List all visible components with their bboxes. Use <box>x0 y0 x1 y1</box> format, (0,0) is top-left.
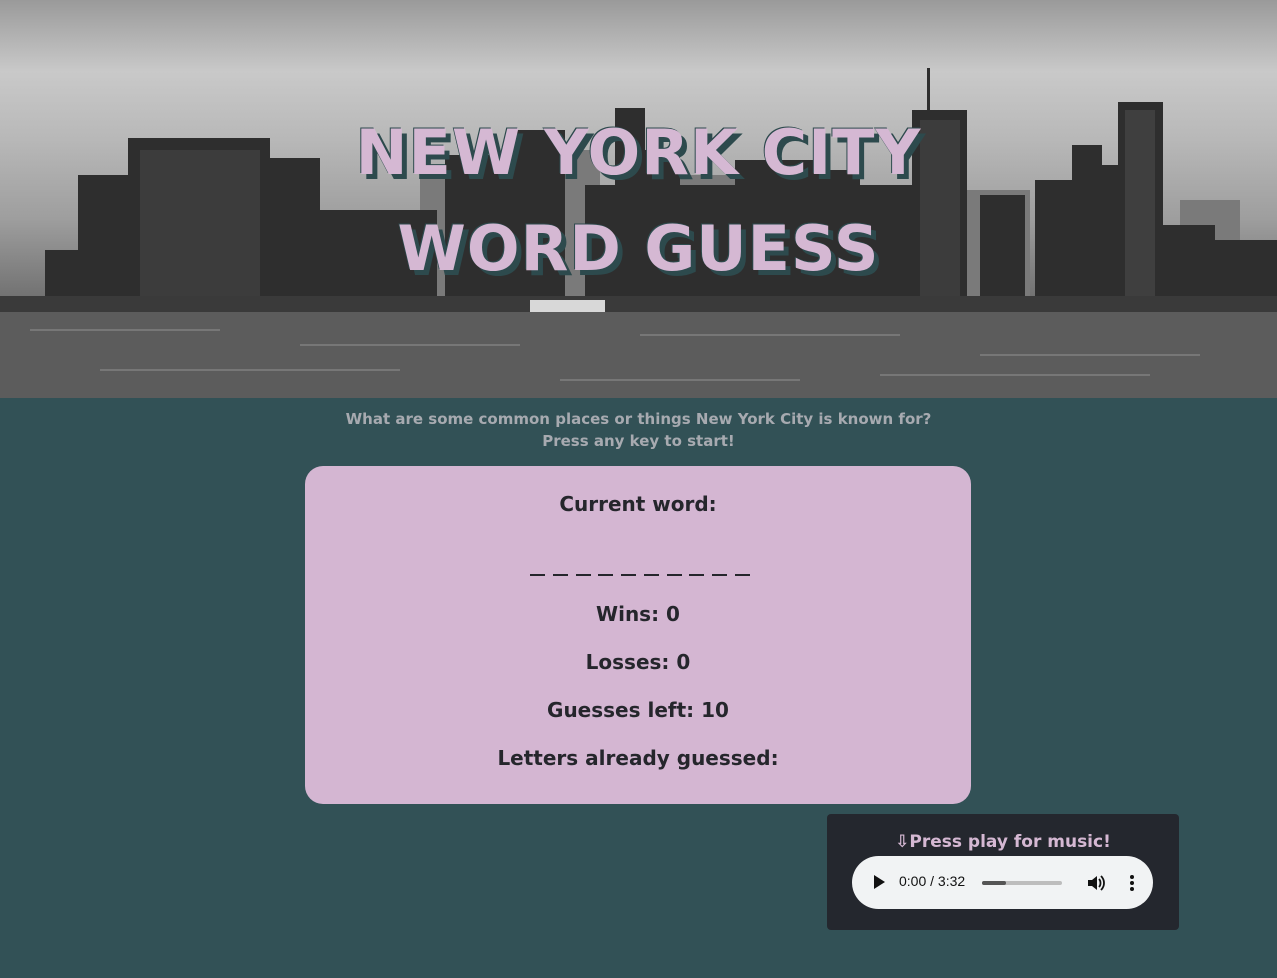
audio-progress-bar[interactable] <box>982 881 1062 885</box>
letter-blank <box>643 574 659 576</box>
audio-time: 0:00 / 3:32 <box>899 873 966 889</box>
wins-counter: Wins: 0 <box>596 602 680 626</box>
audio-progress-fill <box>982 881 1006 885</box>
more-options-icon[interactable] <box>1122 873 1142 893</box>
intro-question: What are some common places or things Ne… <box>345 410 932 428</box>
intro-instruction: Press any key to start! <box>542 432 735 450</box>
city-skyline-image <box>0 68 1277 398</box>
audio-player[interactable]: 0:00 / 3:32 <box>852 856 1153 909</box>
current-word-blanks <box>530 573 750 577</box>
volume-icon[interactable] <box>1085 873 1105 893</box>
letter-blank <box>734 574 750 576</box>
letter-blank <box>689 574 705 576</box>
letter-blank <box>530 574 545 576</box>
page-title-line1: NEW YORK CITY <box>355 116 922 189</box>
losses-counter: Losses: 0 <box>585 650 691 674</box>
letter-blank <box>666 574 682 576</box>
page-title-line2: WORD GUESS <box>397 212 880 285</box>
letter-blank <box>621 574 637 576</box>
letter-blank <box>598 574 614 576</box>
letter-blank <box>552 574 568 576</box>
play-icon[interactable] <box>874 875 885 889</box>
music-label: ⇩Press play for music! <box>895 832 1111 852</box>
hero-banner: NEW YORK CITY WORD GUESS <box>0 0 1277 398</box>
letter-blank <box>712 574 728 576</box>
letters-guessed-label: Letters already guessed: <box>497 746 779 770</box>
current-word-label: Current word: <box>559 492 717 516</box>
music-panel: ⇩Press play for music! 0:00 / 3:32 <box>827 814 1179 930</box>
guesses-left-counter: Guesses left: 10 <box>547 698 729 722</box>
game-card: Current word: Wins: 0 Losses: 0 Guesses … <box>305 466 971 804</box>
letter-blank <box>575 574 591 576</box>
